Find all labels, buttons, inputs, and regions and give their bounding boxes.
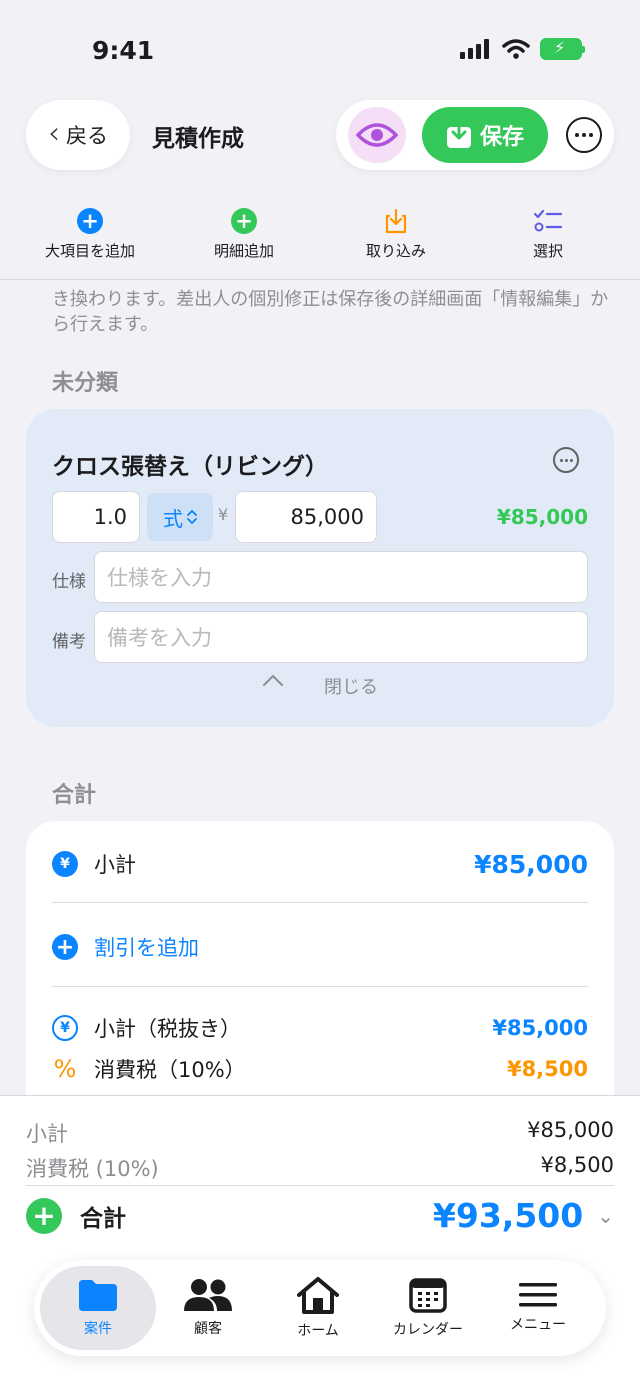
chevron-left-icon: ‹ (48, 115, 60, 151)
divider (26, 1185, 614, 1186)
save-button[interactable]: 保存 (422, 107, 548, 163)
select-button[interactable]: 選択 (478, 208, 618, 261)
collapse-button[interactable]: 閉じる (26, 673, 614, 699)
currency-symbol: ¥ (218, 505, 229, 524)
summary-subtotal-value: ¥85,000 (527, 1118, 614, 1142)
yen-outline-icon: ¥ (52, 1015, 78, 1041)
subtotal-value: ¥85,000 (474, 849, 588, 879)
tab-home[interactable]: ホーム (260, 1266, 376, 1350)
divider (52, 902, 588, 903)
tab-bar: 案件 顧客 ホーム カレンダー メニュー (34, 1260, 606, 1356)
subtotal-label: 小計 (94, 853, 136, 877)
line-total: ¥85,000 (496, 505, 588, 529)
add-major-item-label: 大項目を追加 (44, 242, 135, 260)
cellular-signal-icon (460, 39, 489, 59)
import-label: 取り込み (365, 242, 426, 260)
status-icons: ⚡ (460, 38, 585, 60)
more-options-button[interactable] (566, 117, 602, 153)
status-bar: 9:41 ⚡ (0, 0, 640, 100)
totals-card: ¥ 小計 ¥85,000 + 割引を追加 ¥ 小計（税抜き） ¥85,000 %… (26, 821, 614, 1095)
yen-circle-icon: ¥ (52, 851, 78, 877)
calendar-icon (409, 1278, 447, 1313)
section-total: 合計 (52, 783, 97, 808)
eye-icon (356, 123, 398, 147)
grand-total-value: ¥93,500 (432, 1196, 584, 1235)
line-item-card: クロス張替え（リビング） 1.0 式 ¥ 85,000 ¥85,000 仕様 仕… (26, 409, 614, 727)
status-time: 9:41 (92, 36, 155, 65)
nav-actions: 保存 (336, 100, 614, 170)
sender-note: き換わります。差出人の個別修正は保存後の詳細画面「情報編集」から行えます。 (52, 289, 609, 335)
summary-subtotal-label: 小計 (26, 1122, 68, 1146)
back-button[interactable]: ‹ 戻る (26, 100, 130, 170)
summary-tax-value: ¥8,500 (540, 1153, 614, 1177)
tax-label: 消費税（10%） (94, 1058, 246, 1082)
summary-subtotal-row: 小計 ¥85,000 (26, 1118, 614, 1148)
add-discount-button[interactable]: + 割引を追加 (52, 932, 588, 962)
hamburger-menu-icon (519, 1283, 557, 1307)
tax-value: ¥8,500 (506, 1057, 588, 1081)
chevron-down-icon: ⌄ (597, 1203, 614, 1228)
estimate-content[interactable]: き換わります。差出人の個別修正は保存後の詳細画面「情報編集」から行えます。 未分… (0, 281, 640, 1095)
subtotal-ex-tax-value: ¥85,000 (492, 1016, 588, 1040)
summary-tax-row: 消費税 (10%) ¥8,500 (26, 1153, 614, 1183)
back-label: 戻る (66, 124, 108, 148)
unit-value: 式 (163, 506, 183, 531)
download-icon (446, 121, 471, 148)
unit-price-field[interactable]: 85,000 (235, 491, 377, 543)
plus-circle-icon: + (77, 208, 103, 234)
add-major-item-button[interactable]: + 大項目を追加 (20, 208, 160, 261)
navigation-bar: ‹ 戻る 見積作成 保存 (0, 98, 640, 174)
checklist-icon (534, 209, 562, 232)
tab-label: 顧客 (194, 1321, 222, 1337)
subtotal-ex-tax-row: ¥ 小計（税抜き） ¥85,000 (52, 1013, 588, 1043)
add-detail-label: 明細追加 (213, 242, 274, 260)
wifi-icon (502, 39, 530, 59)
select-label: 選択 (532, 242, 563, 260)
subtotal-row: ¥ 小計 ¥85,000 (52, 849, 588, 879)
plus-circle-icon: + (231, 208, 257, 234)
quantity-field[interactable]: 1.0 (52, 491, 140, 543)
tax-row: % 消費税（10%） ¥8,500 (52, 1054, 588, 1084)
subtotal-ex-tax-label: 小計（税抜き） (94, 1017, 241, 1041)
battery-icon: ⚡ (540, 38, 585, 60)
plus-circle-icon: + (52, 934, 78, 960)
spec-label: 仕様 (52, 572, 86, 592)
house-icon (297, 1277, 339, 1314)
chevron-up-down-icon (187, 510, 197, 524)
tab-label: 案件 (84, 1321, 112, 1337)
spec-input[interactable]: 仕様を入力 (94, 551, 588, 603)
tab-label: メニュー (510, 1317, 566, 1333)
grand-total-label: 合計 (80, 1205, 126, 1232)
add-detail-button[interactable]: + 明細追加 (174, 208, 314, 261)
memo-label: 備考 (52, 632, 86, 652)
folder-icon (79, 1280, 117, 1311)
plus-circle-icon: + (26, 1197, 62, 1234)
memo-input[interactable]: 備考を入力 (94, 611, 588, 663)
tab-customers[interactable]: 顧客 (150, 1266, 266, 1350)
item-name: クロス張替え（リビング） (52, 454, 328, 480)
tab-menu[interactable]: メニュー (480, 1266, 596, 1350)
editor-toolbar: + 大項目を追加 + 明細追加 取り込み 選択 (0, 200, 640, 280)
item-more-button[interactable] (553, 447, 579, 473)
import-icon (385, 208, 407, 234)
preview-button[interactable] (348, 107, 406, 163)
tab-calendar[interactable]: カレンダー (370, 1266, 486, 1350)
chevron-up-icon (263, 674, 283, 686)
divider (52, 986, 588, 987)
import-button[interactable]: 取り込み (326, 208, 466, 261)
grand-total-row[interactable]: + 合計 ¥93,500 ⌄ (26, 1196, 614, 1235)
percent-icon: % (53, 1055, 77, 1083)
tab-projects[interactable]: 案件 (40, 1266, 156, 1350)
summary-tax-label: 消費税 (10%) (26, 1157, 159, 1181)
page-title: 見積作成 (152, 126, 244, 152)
collapse-label: 閉じる (324, 677, 378, 698)
add-discount-label: 割引を追加 (94, 936, 199, 960)
people-icon (184, 1279, 232, 1311)
tab-label: ホーム (297, 1323, 339, 1339)
section-uncategorized: 未分類 (52, 371, 119, 396)
save-label: 保存 (479, 125, 524, 150)
tab-label: カレンダー (393, 1322, 463, 1338)
unit-picker[interactable]: 式 (147, 493, 213, 541)
